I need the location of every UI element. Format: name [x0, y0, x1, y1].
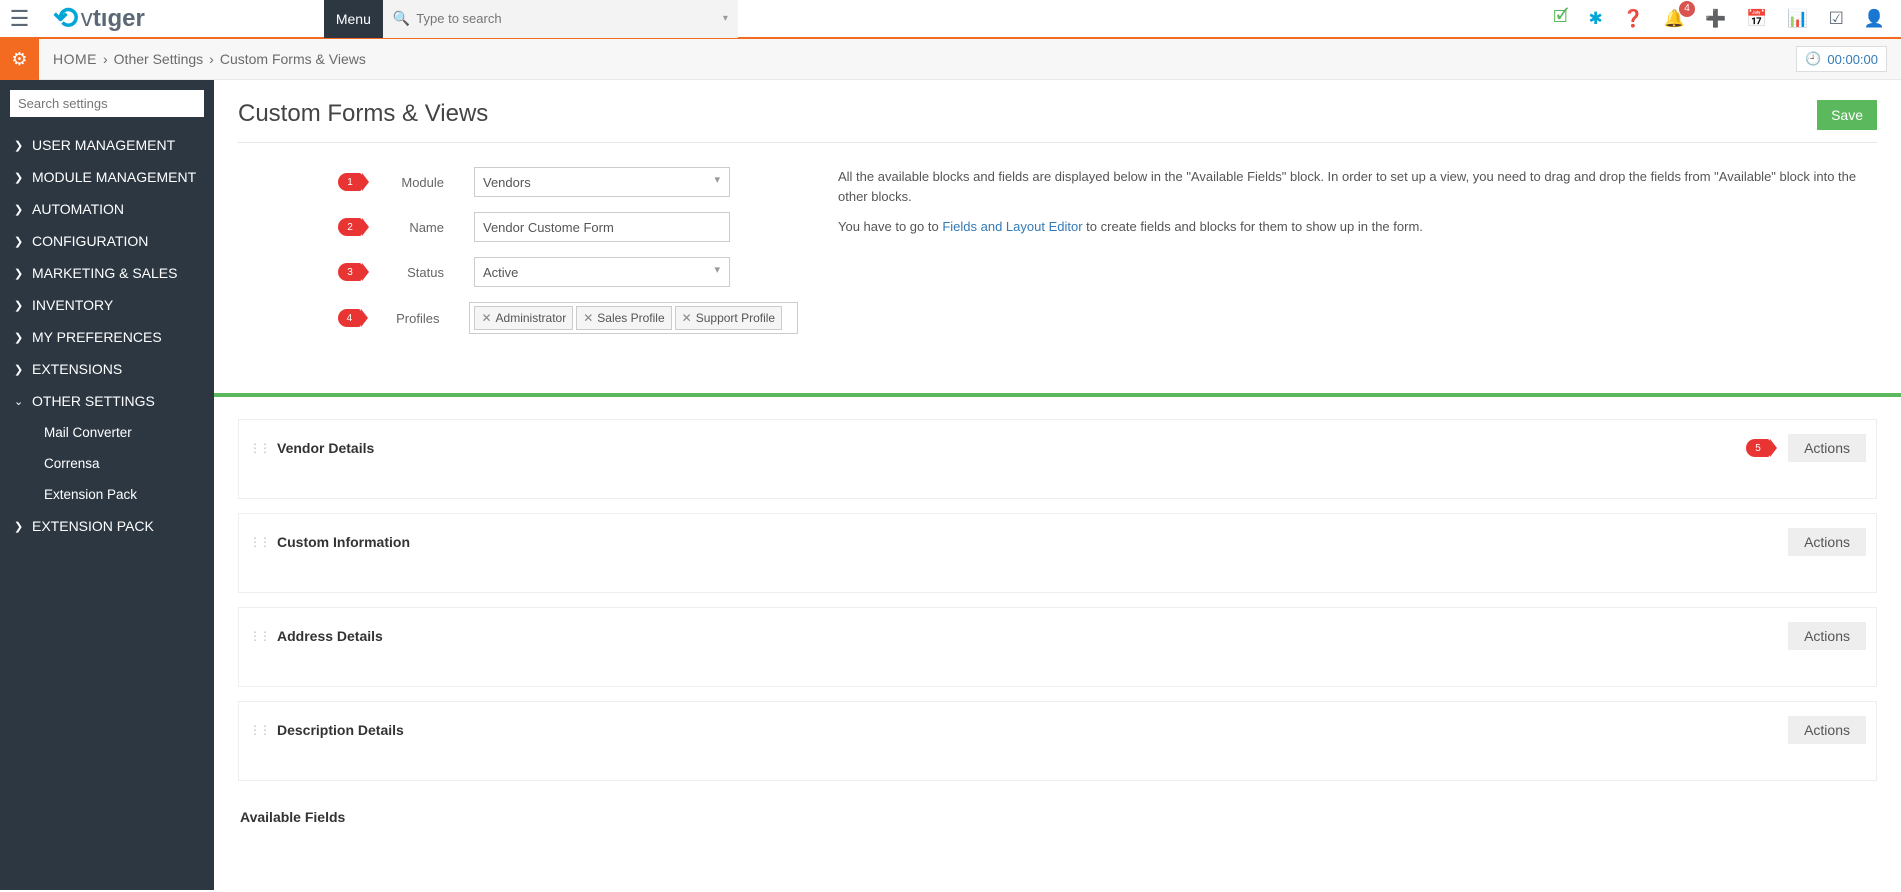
hamburger-icon[interactable]: ☰: [0, 0, 39, 38]
search-icon: 🔍: [393, 10, 410, 27]
callout-4: 4: [338, 309, 361, 327]
actions-button[interactable]: Actions: [1788, 528, 1866, 556]
actions-button[interactable]: Actions: [1788, 434, 1866, 462]
block-address-details: ⋮⋮ Address Details Actions: [238, 607, 1877, 687]
sidebar-item-inventory[interactable]: ❯INVENTORY: [10, 289, 204, 321]
calendar-icon[interactable]: 📅: [1746, 9, 1767, 29]
sidebar-item-extensions[interactable]: ❯EXTENSIONS: [10, 353, 204, 385]
chart-icon[interactable]: 📊: [1787, 9, 1808, 29]
breadcrumb: HOME › Other Settings › Custom Forms & V…: [53, 51, 366, 67]
breadcrumb-home[interactable]: HOME: [53, 51, 97, 67]
callout-2: 2: [338, 218, 362, 236]
fields-layout-editor-link[interactable]: Fields and Layout Editor: [942, 219, 1082, 234]
drag-handle-icon[interactable]: ⋮⋮: [249, 629, 269, 643]
block-vendor-details: ⋮⋮ Vendor Details 5 Actions: [238, 419, 1877, 499]
sidebar-subitem-corrensa[interactable]: Corrensa: [10, 448, 204, 479]
chevron-right-icon: ❯: [14, 363, 24, 376]
breadcrumb-level2: Custom Forms & Views: [220, 51, 366, 67]
actions-button[interactable]: Actions: [1788, 622, 1866, 650]
top-bar: ☰ ⟲ vtıger Menu 🔍 ▾ 🗹 ✱ ❓ 🔔4 ➕ 📅 📊 ☑ 👤: [0, 0, 1901, 39]
sidebar-item-other-settings[interactable]: ⌄OTHER SETTINGS: [10, 385, 204, 417]
profile-tag[interactable]: ✕Sales Profile: [576, 306, 671, 330]
profile-tag[interactable]: ✕Administrator: [474, 306, 573, 330]
sidebar-item-user-management[interactable]: ❯USER MANAGEMENT: [10, 129, 204, 161]
status-select[interactable]: Active: [474, 257, 730, 287]
drag-handle-icon[interactable]: ⋮⋮: [249, 723, 269, 737]
main-content: Save Custom Forms & Views 1 Module Vendo…: [214, 80, 1901, 890]
chevron-right-icon: ❯: [14, 171, 24, 184]
chevron-right-icon: ›: [209, 51, 214, 67]
section-separator: [214, 393, 1901, 397]
name-label: Name: [370, 220, 444, 235]
help-text: All the available blocks and fields are …: [838, 167, 1877, 349]
sidebar-subitem-extension-pack[interactable]: Extension Pack: [10, 479, 204, 510]
sidebar-item-marketing-sales[interactable]: ❯MARKETING & SALES: [10, 257, 204, 289]
close-icon[interactable]: ✕: [682, 311, 692, 325]
chevron-right-icon: ❯: [14, 520, 24, 533]
sidebar-item-my-preferences[interactable]: ❯MY PREFERENCES: [10, 321, 204, 353]
chevron-right-icon: ❯: [14, 203, 24, 216]
close-icon[interactable]: ✕: [583, 311, 593, 325]
block-custom-information: ⋮⋮ Custom Information Actions: [238, 513, 1877, 593]
sidebar-subitem-mail-converter[interactable]: Mail Converter: [10, 417, 204, 448]
profiles-tagbox[interactable]: ✕Administrator ✕Sales Profile ✕Support P…: [469, 302, 798, 334]
sidebar-item-extension-pack[interactable]: ❯EXTENSION PACK: [10, 510, 204, 542]
actions-button[interactable]: Actions: [1788, 716, 1866, 744]
close-icon[interactable]: ✕: [481, 311, 491, 325]
profiles-label: Profiles: [369, 311, 440, 326]
sidebar-item-configuration[interactable]: ❯CONFIGURATION: [10, 225, 204, 257]
callout-3: 3: [338, 263, 362, 281]
save-button[interactable]: Save: [1817, 100, 1877, 130]
available-fields-heading: Available Fields: [238, 795, 1877, 825]
status-label: Status: [370, 265, 444, 280]
notification-badge: 4: [1679, 1, 1695, 17]
block-title: Vendor Details: [277, 440, 374, 456]
apps-icon[interactable]: ✱: [1588, 9, 1602, 29]
user-icon[interactable]: 👤: [1864, 9, 1885, 29]
chevron-right-icon: ›: [103, 51, 108, 67]
form-panel: 1 Module Vendors 2 Name 3 Status Active …: [238, 167, 798, 349]
timer[interactable]: 🕘 00:00:00: [1796, 46, 1887, 72]
top-icon-bar: 🗹 ✱ ❓ 🔔4 ➕ 📅 📊 ☑ 👤: [1553, 4, 1901, 33]
chevron-right-icon: ❯: [14, 139, 24, 152]
chevron-right-icon: ❯: [14, 299, 24, 312]
sidebar-item-automation[interactable]: ❯AUTOMATION: [10, 193, 204, 225]
chevron-down-icon[interactable]: ▾: [723, 13, 728, 24]
task-check-icon[interactable]: ☑: [1829, 9, 1844, 29]
chevron-right-icon: ❯: [14, 235, 24, 248]
block-title: Address Details: [277, 628, 383, 644]
block-title: Description Details: [277, 722, 404, 738]
sidebar-search-input[interactable]: [10, 90, 204, 117]
breadcrumb-level1[interactable]: Other Settings: [114, 51, 204, 67]
profile-tag[interactable]: ✕Support Profile: [675, 306, 782, 330]
callout-5: 5: [1746, 439, 1770, 457]
drag-handle-icon[interactable]: ⋮⋮: [249, 535, 269, 549]
callout-1: 1: [338, 173, 362, 191]
name-input[interactable]: [474, 212, 730, 242]
bell-icon[interactable]: 🔔4: [1664, 9, 1685, 29]
sidebar-item-module-management[interactable]: ❯MODULE MANAGEMENT: [10, 161, 204, 193]
breadcrumb-bar: ⚙ HOME › Other Settings › Custom Forms &…: [0, 39, 1901, 80]
global-search[interactable]: 🔍 ▾: [383, 0, 738, 38]
block-description-details: ⋮⋮ Description Details Actions: [238, 701, 1877, 781]
chevron-down-icon: ⌄: [14, 395, 24, 408]
timer-value: 00:00:00: [1827, 52, 1878, 67]
help-icon[interactable]: ❓: [1623, 9, 1644, 29]
sidebar: ❯USER MANAGEMENT ❯MODULE MANAGEMENT ❯AUT…: [0, 80, 214, 890]
settings-gear-icon[interactable]: ⚙: [0, 39, 39, 80]
menu-button[interactable]: Menu: [324, 0, 383, 38]
drag-handle-icon[interactable]: ⋮⋮: [249, 441, 269, 455]
calendar-check-icon[interactable]: 🗹: [1553, 4, 1568, 33]
global-search-input[interactable]: [416, 11, 723, 26]
chevron-right-icon: ❯: [14, 331, 24, 344]
module-select[interactable]: Vendors: [474, 167, 730, 197]
block-title: Custom Information: [277, 534, 410, 550]
divider: [238, 142, 1877, 143]
clock-icon: 🕘: [1805, 51, 1821, 67]
page-title: Custom Forms & Views: [238, 100, 1877, 128]
chevron-right-icon: ❯: [14, 267, 24, 280]
app-logo[interactable]: ⟲ vtıger: [39, 1, 159, 36]
module-label: Module: [370, 175, 444, 190]
plus-icon[interactable]: ➕: [1705, 9, 1726, 29]
